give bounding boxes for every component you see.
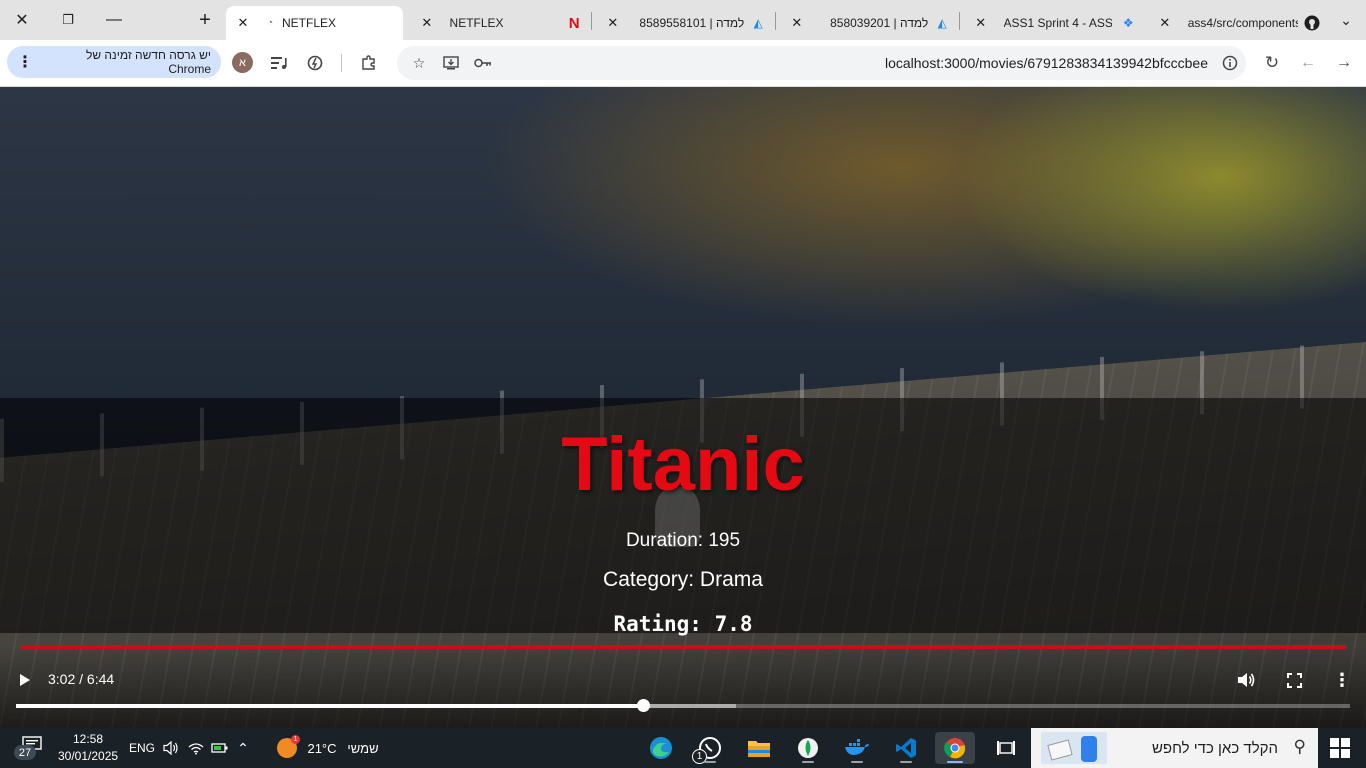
tab-title: NETFLEX [282,16,337,30]
movie-title: Titanic [561,422,805,507]
github-icon [1304,15,1320,31]
tab-netflex-active[interactable]: ✕ ◔ NETFLEX [226,6,403,40]
clock-date: 30/01/2025 [58,749,119,763]
vscode-icon[interactable] [886,732,926,764]
running-indicator [704,761,716,763]
performance-icon[interactable] [303,51,327,75]
show-hidden-icons-icon[interactable]: ⌃ [233,736,253,760]
tab-close-icon[interactable]: ✕ [1156,15,1174,31]
tab-search-chevron-icon[interactable]: ⌄ [1332,6,1360,34]
extensions-icon[interactable] [357,51,381,75]
whatsapp-icon[interactable]: 1 [690,732,730,764]
chrome-update-button[interactable]: ⋮ יש גרסה חדשה זמינה של Chrome [7,46,221,78]
jira-icon: ❖ [1122,16,1134,30]
fullscreen-icon[interactable] [1282,669,1306,691]
movie-duration: Duration: 195 [625,530,741,551]
task-view-icon[interactable] [986,732,1026,764]
update-label: יש גרסה חדשה זמינה של Chrome [85,48,211,76]
tab-title: ass4/src/components [1187,16,1298,30]
play-icon[interactable] [14,669,36,691]
new-tab-icon[interactable]: + [191,6,219,34]
battery-icon[interactable] [209,736,231,760]
tab-close-icon[interactable]: ✕ [418,15,436,31]
tab-close-icon[interactable]: ✕ [972,15,990,31]
running-indicator [851,761,863,763]
window-restore-icon[interactable]: ❐ [54,6,82,34]
url-text: localhost:3000/movies/6791283834139942bf… [884,55,1208,71]
window-close-icon[interactable]: ✕ [8,6,36,34]
time-display: 3:02 / 6:44 [48,671,115,687]
wifi-icon[interactable] [186,736,206,760]
bookmark-star-icon[interactable]: ☆ [408,52,430,74]
profile-avatar[interactable]: א [232,52,253,73]
password-key-icon[interactable] [472,52,494,74]
back-arrow-icon[interactable]: ← [1296,51,1320,75]
page-loading-icon: ◔ [266,17,274,29]
tab-github[interactable]: ✕ ass4/src/components [1148,6,1328,40]
seek-thumb[interactable] [637,699,650,712]
install-app-icon[interactable] [440,52,462,74]
search-icon: ⚲ [1293,737,1306,756]
windows-start-icon[interactable] [1330,738,1350,758]
taskbar-search-box[interactable]: הקלד כאן כדי לחפש ⚲ [1031,728,1318,768]
more-options-icon[interactable]: ⋮ [1330,669,1354,691]
search-placeholder: הקלד כאן כדי לחפש [1151,740,1278,757]
weather-sun-icon[interactable]: 1 [277,735,300,758]
tab-close-icon[interactable]: ✕ [234,15,252,31]
tab-title: 8589558101 | למדה [639,16,745,30]
tab-lamda-1[interactable]: ✕ 8589558101 | למדה ◭ [596,6,774,40]
seek-played [16,704,643,708]
running-indicator [802,761,814,763]
address-bar[interactable]: ☆ localhost:3000/movies/6791283834139942… [397,46,1246,80]
lamda-icon: ◭ [937,16,947,30]
tab-close-icon[interactable]: ✕ [788,15,806,31]
browser-toolbar: ⋮ יש גרסה חדשה זמינה של Chrome א ☆ local… [0,40,1366,87]
weather-label[interactable]: שמשי [343,736,383,760]
tab-strip: ✕ ❐ — + ✕ ◔ NETFLEX ✕ NETFLEX N ✕ 858955… [0,0,1366,40]
mongodb-compass-icon[interactable] [788,732,828,764]
movie-info: Titanic Duration: 195 Category: Drama Ra… [0,87,1366,728]
tab-title: ASS1 Sprint 4 - ASS1 [1003,16,1113,30]
lamda-icon: ◭ [753,16,763,30]
chrome-icon[interactable] [935,732,975,764]
movie-rating: Rating: 7.8 [613,612,753,636]
notification-count-badge: 27 [14,745,36,760]
toolbar-divider [341,54,342,72]
reload-icon[interactable]: ↻ [1260,51,1284,75]
tab-netflex[interactable]: ✕ NETFLEX N [410,6,590,40]
speaker-icon[interactable] [160,736,182,760]
movie-category: Category: Drama [603,568,763,591]
window-minimize-icon[interactable]: — [100,6,128,34]
docker-icon[interactable] [837,732,877,764]
search-highlight-illustration-icon [1041,732,1107,764]
running-indicator [947,761,963,763]
clock-time: 12:58 [72,732,104,746]
tab-close-icon[interactable]: ✕ [604,15,622,31]
site-info-icon[interactable] [1219,52,1241,74]
tab-title: NETFLEX [449,16,504,30]
forward-arrow-icon[interactable]: → [1332,51,1356,75]
volume-icon[interactable] [1234,669,1258,691]
seek-bar[interactable] [16,699,1350,712]
notification-center-icon[interactable]: 27 [14,736,42,760]
video-player[interactable]: Titanic Duration: 195 Category: Drama Ra… [0,87,1366,728]
weather-temperature[interactable]: 21°C [305,736,339,760]
edge-icon[interactable] [641,732,681,764]
reading-list-icon[interactable] [267,51,291,75]
system-clock[interactable]: 12:58 30/01/2025 [58,731,118,765]
controls-gradient [0,647,1366,728]
tab-title: 858039201 | למדה [830,16,929,30]
file-explorer-icon[interactable] [739,732,779,764]
tab-separator [959,12,960,30]
netflix-n-icon: N [568,14,580,32]
tab-separator [775,12,776,30]
tab-lamda-2[interactable]: ✕ 858039201 | למדה ◭ [780,6,958,40]
tab-jira[interactable]: ✕ ASS1 Sprint 4 - ASS1 ❖ [964,6,1144,40]
more-vert-icon: ⋮ [17,54,33,71]
running-indicator [900,761,912,763]
windows-taskbar: 27 12:58 30/01/2025 ENG ⌃ 1 21°C שמשי 1 [0,728,1366,768]
weather-alert-badge: 1 [291,735,300,744]
input-language[interactable]: ENG [128,736,156,760]
tab-separator [591,12,592,30]
